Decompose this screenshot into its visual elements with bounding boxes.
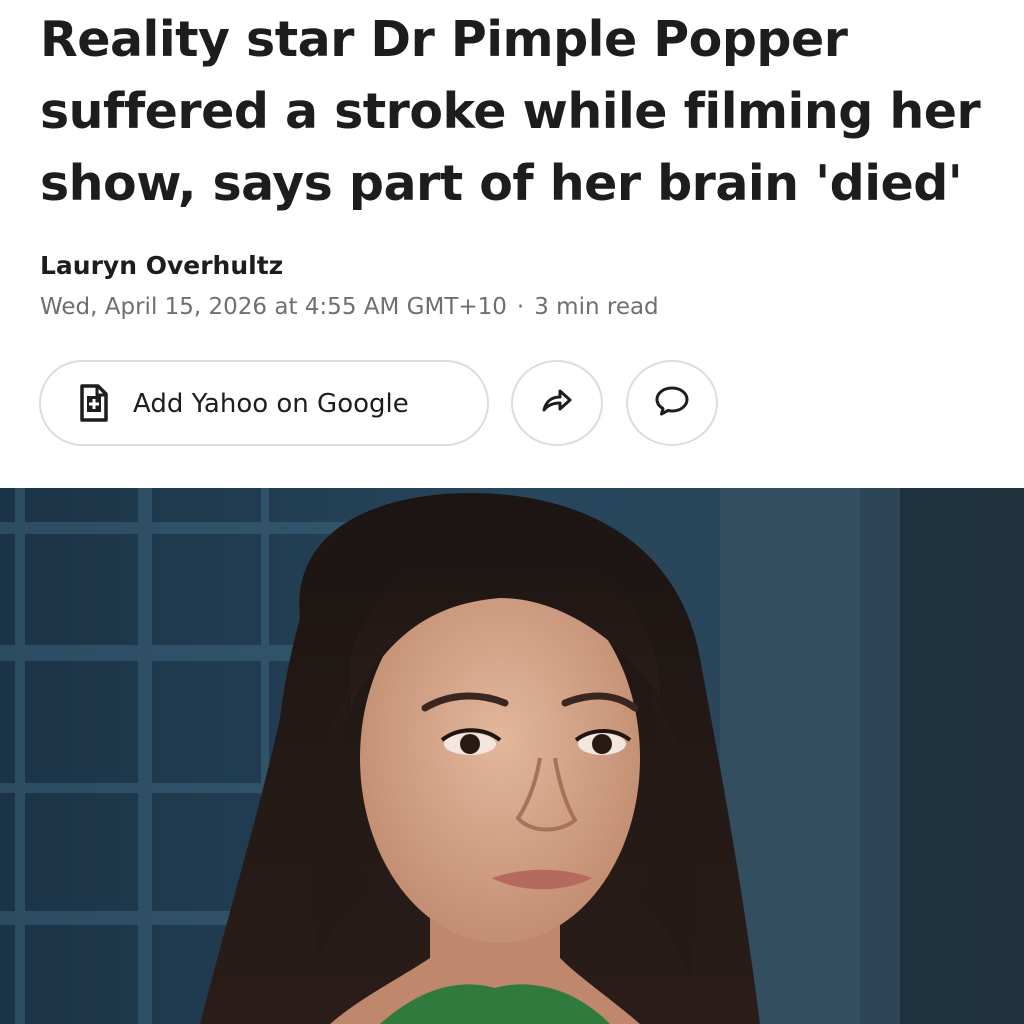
comment-button[interactable] bbox=[626, 360, 718, 446]
author-name[interactable]: Lauryn Overhultz bbox=[40, 248, 283, 284]
add-yahoo-on-google-label: Add Yahoo on Google bbox=[133, 389, 409, 419]
headline-line-2: suffered a stroke while filming her bbox=[40, 83, 981, 140]
headline-line-3: show, says part of her brain 'died' bbox=[40, 155, 963, 212]
article-headline: Reality star Dr Pimple Popper suffered a… bbox=[40, 4, 1000, 220]
hero-photo bbox=[0, 488, 1024, 1024]
share-button[interactable] bbox=[511, 360, 603, 446]
comment-bubble-icon bbox=[654, 385, 690, 422]
document-plus-icon bbox=[79, 384, 109, 422]
article-meta: Wed, April 15, 2026 at 4:55 AM GMT+10 · 3 … bbox=[40, 290, 659, 324]
article-header: Reality star Dr Pimple Popper suffered a… bbox=[0, 0, 1024, 488]
add-yahoo-on-google-button[interactable]: Add Yahoo on Google bbox=[39, 360, 489, 446]
meta-separator: · bbox=[516, 294, 525, 320]
read-time: 3 min read bbox=[534, 294, 659, 320]
headline-line-1: Reality star Dr Pimple Popper bbox=[40, 11, 848, 68]
share-arrow-icon bbox=[540, 386, 574, 421]
publish-date: Wed, April 15, 2026 at 4:55 AM GMT+10 bbox=[40, 294, 507, 320]
